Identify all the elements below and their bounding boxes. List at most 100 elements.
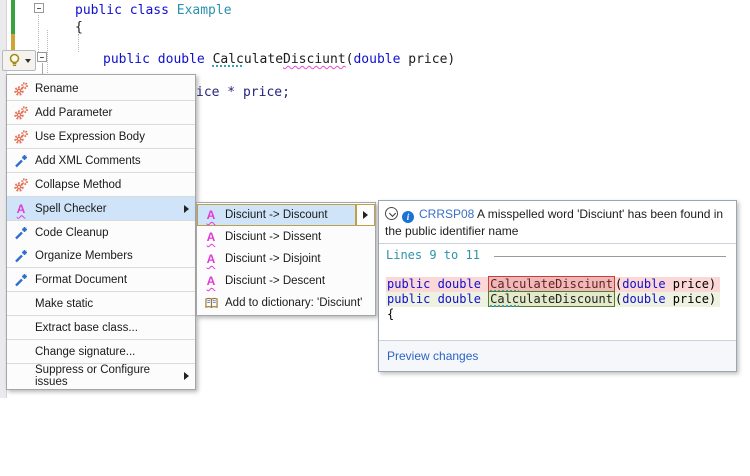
preview-changes-link[interactable]: Preview changes — [387, 349, 478, 363]
parameter: price) — [666, 292, 717, 306]
gears-icon — [7, 129, 35, 145]
refactoring-context-menu: Rename Add Parameter Use Expression Body… — [6, 74, 196, 390]
wand-icon — [7, 248, 35, 264]
spellcheck-icon: A — [197, 232, 225, 242]
collapse-chevron-icon[interactable] — [385, 207, 398, 220]
submenu-item-disciunt-discount[interactable]: A Disciunt -> Discount — [197, 204, 375, 226]
menu-item-use-expression-body[interactable]: Use Expression Body — [7, 125, 195, 148]
submenu-arrow-icon — [184, 205, 189, 213]
submenu-arrow-icon — [184, 372, 189, 380]
menu-item-label: Spell Checker — [35, 203, 107, 215]
lightbulb-actions-button[interactable] — [2, 50, 36, 71]
fold-guide-line — [42, 63, 43, 74]
menu-item-suppress-or-configure-issues[interactable]: Suppress or Configure issues — [7, 364, 195, 387]
submenu-item-disciunt-disjoint[interactable]: A Disciunt -> Disjoint — [197, 248, 375, 270]
menu-item-rename[interactable]: Rename — [7, 77, 195, 100]
submenu-item-add-to-dictionary[interactable]: Add to dictionary: 'Disciunt' — [197, 292, 375, 314]
menu-item-label: Change signature... — [35, 346, 135, 358]
parameter: price) — [666, 277, 717, 291]
menu-item-label: Rename — [35, 83, 78, 95]
method-name-spell-dots: Calc — [213, 52, 244, 67]
submenu-item-disciunt-descent[interactable]: A Disciunt -> Descent — [197, 270, 375, 292]
preview-footer: Preview changes — [379, 340, 736, 371]
code-line-class-declaration[interactable]: public class Example — [75, 3, 232, 18]
menu-item-spell-checker[interactable]: A Spell Checker — [7, 197, 195, 220]
issue-header: CRRSP08 A misspelled word 'Disciunt' has… — [379, 201, 736, 243]
keyword: double — [353, 52, 400, 67]
indent-guide — [78, 34, 79, 52]
code-line-return-partial[interactable]: ice * price; — [196, 85, 290, 100]
gears-icon — [7, 105, 35, 121]
menu-item-label: Code Cleanup — [35, 227, 109, 239]
code-line-open-brace[interactable]: { — [75, 20, 83, 35]
lines-range-label: Lines 9 to 11 — [386, 248, 487, 262]
menu-item-label: Use Expression Body — [35, 131, 145, 143]
identifier-spell-dots: Calc — [490, 292, 519, 306]
menu-item-format-document[interactable]: Format Document — [7, 268, 195, 291]
spellcheck-icon: A — [7, 204, 35, 214]
diff-line-removed: public double CalculateDisciunt(double p… — [386, 277, 720, 292]
menu-item-label: Add XML Comments — [35, 155, 141, 167]
menu-item-collapse-method[interactable]: Collapse Method — [7, 173, 195, 196]
keyword: public class — [75, 3, 177, 18]
submenu-item-label: Disciunt -> Discount — [225, 209, 328, 221]
method-name: ulate — [244, 52, 283, 67]
indent-guide — [47, 30, 48, 73]
dropdown-caret-icon — [25, 59, 31, 63]
menu-item-label: Collapse Method — [35, 179, 121, 191]
keyword: public double — [387, 292, 488, 306]
menu-item-label: Suppress or Configure issues — [35, 364, 184, 388]
menu-item-make-static[interactable]: Make static — [7, 292, 195, 315]
submenu-item-label: Disciunt -> Descent — [225, 275, 325, 287]
menu-item-label: Make static — [35, 298, 93, 310]
submenu-item-label: Disciunt -> Disjoint — [225, 253, 321, 265]
new-identifier-box: CalculateDiscount — [488, 291, 615, 307]
keyword: double — [622, 292, 665, 306]
submenu-item-label: Add to dictionary: 'Disciunt' — [225, 297, 362, 309]
identifier: ulateDisciunt — [519, 277, 613, 291]
diff-preview-body: Lines 9 to 11 public double CalculateDis… — [379, 244, 736, 340]
wand-icon — [7, 272, 35, 288]
menu-item-label: Format Document — [35, 274, 127, 286]
class-name: Example — [177, 3, 232, 18]
menu-item-label: Extract base class... — [35, 322, 138, 334]
keyword: double — [622, 277, 665, 291]
change-bar-saved — [11, 0, 15, 34]
menu-item-organize-members[interactable]: Organize Members — [7, 244, 195, 267]
brace: { — [387, 307, 394, 321]
parameter: price) — [400, 52, 455, 67]
code-fold-collapse-icon[interactable] — [37, 52, 47, 62]
diff-line-added: public double CalculateDiscount(double p… — [386, 292, 720, 307]
spellcheck-icon: A — [197, 254, 225, 264]
issue-preview-pane: CRRSP08 A misspelled word 'Disciunt' has… — [378, 200, 737, 372]
old-identifier-box: CalculateDisciunt — [488, 276, 615, 292]
keyword: public double — [103, 52, 213, 67]
menu-item-change-signature[interactable]: Change signature... — [7, 340, 195, 363]
rule-code: CRRSP08 — [419, 207, 474, 221]
spellcheck-icon: A — [197, 210, 225, 220]
lines-rule-divider — [494, 256, 726, 257]
code-text: ice * price; — [196, 85, 290, 100]
menu-item-extract-base-class[interactable]: Extract base class... — [7, 316, 195, 339]
identifier-spell-dots: Calc — [490, 277, 519, 291]
wand-icon — [7, 225, 35, 241]
submenu-item-disciunt-dissent[interactable]: A Disciunt -> Dissent — [197, 226, 375, 248]
fold-guide-line — [38, 15, 39, 52]
code-line-method-declaration[interactable]: public double CalculateDisciunt(double p… — [103, 52, 455, 67]
book-icon — [197, 297, 225, 310]
menu-item-code-cleanup[interactable]: Code Cleanup — [7, 221, 195, 244]
code-fold-collapse-icon[interactable] — [34, 3, 44, 13]
menu-item-add-parameter[interactable]: Add Parameter — [7, 101, 195, 124]
info-icon — [402, 211, 414, 223]
gears-icon — [7, 81, 35, 97]
submenu-arrow-icon — [363, 211, 368, 219]
misspelled-word-squiggle: Disciunt — [283, 52, 346, 67]
submenu-item-label: Disciunt -> Dissent — [225, 231, 321, 243]
menu-item-add-xml-comments[interactable]: Add XML Comments — [7, 149, 195, 172]
menu-item-label: Organize Members — [35, 250, 133, 262]
submenu-expand-button[interactable] — [356, 204, 375, 226]
gears-icon — [7, 177, 35, 193]
identifier: ulateDiscount — [519, 292, 613, 306]
diff-line-brace: { — [386, 307, 398, 322]
wand-icon — [7, 153, 35, 169]
